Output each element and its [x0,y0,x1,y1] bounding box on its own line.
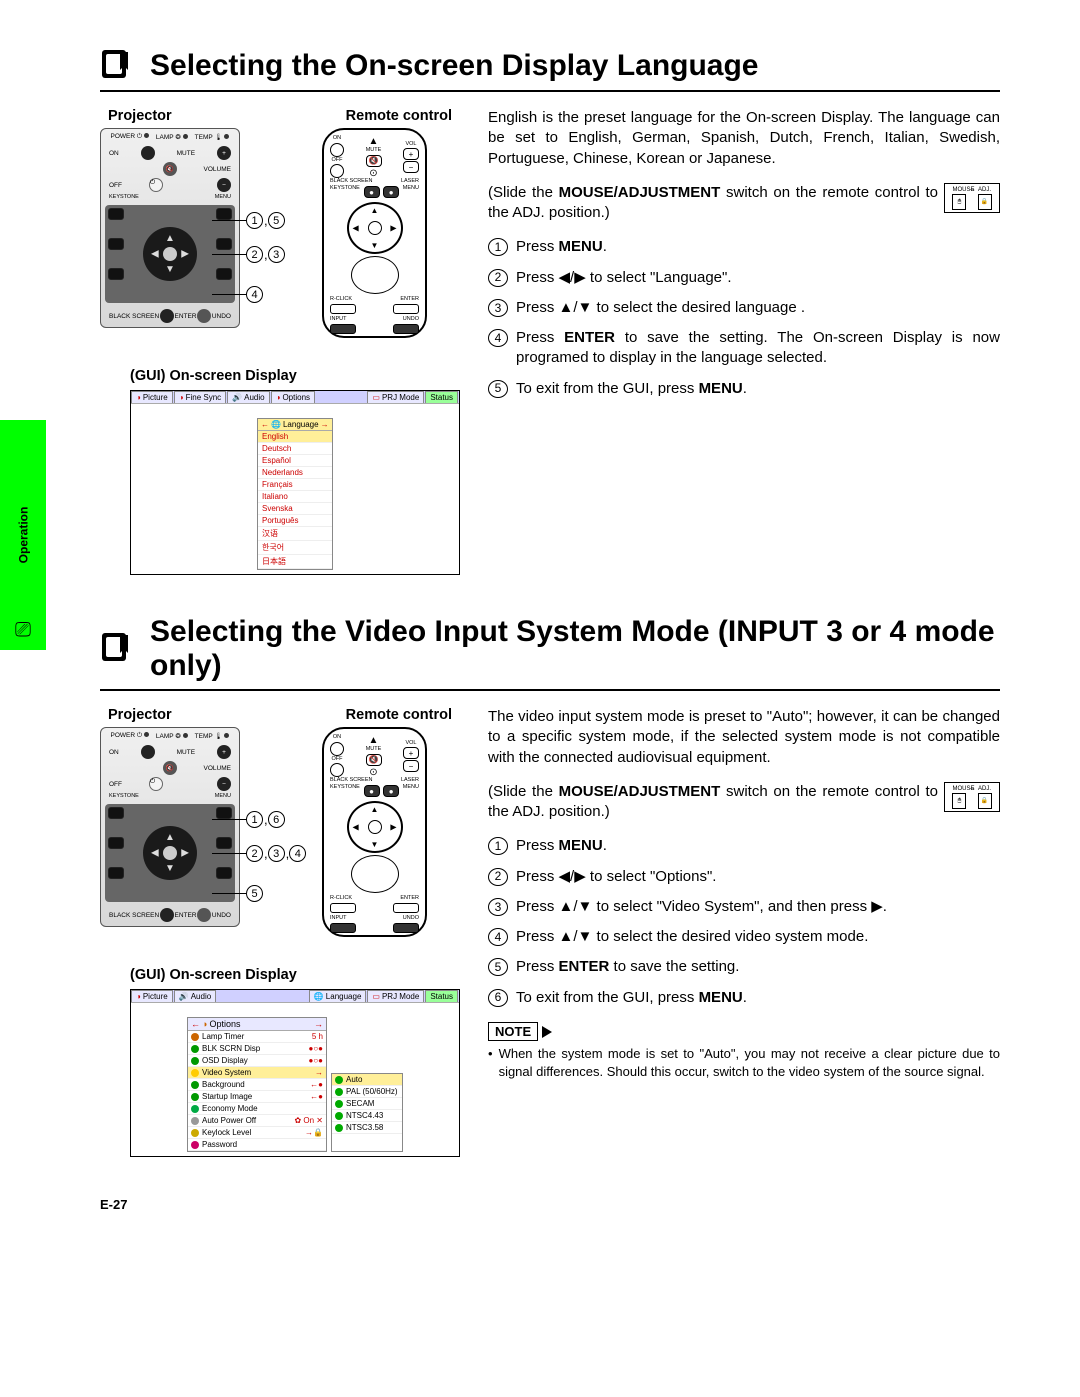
video-system-submenu: AutoPAL (50/60Hz)SECAMNTSC4.43NTSC3.58 [331,1073,403,1152]
projector-diagram-2: POWER ⏻ LAMP ❂ TEMP 🌡 ONMUTE+ 🔇VOLUME OF… [100,727,240,927]
section1-intro: English is the preset language for the O… [488,108,1000,169]
mouse-adj-switch-icon: MOUSE🖱 ADJ.🔒 [944,183,1000,213]
side-tab-label: Operation [16,507,30,564]
side-tab-operation: Operation ⎚ [0,420,46,650]
switch-instruction-1: (Slide the MOUSE/ADJUSTMENT switch on th… [488,183,1000,224]
note-bullet: •When the system mode is set to "Auto", … [488,1045,1000,1080]
options-menu: ←◑Options→ Lamp Timer5 hBLK SCRN Disp●○●… [187,1017,327,1152]
language-menu: ←🌐Language→ EnglishDeutschEspañolNederla… [257,418,333,570]
gui-label-1: (GUI) On-screen Display [130,368,460,384]
gui-label-2: (GUI) On-screen Display [130,967,460,983]
section2-title: Selecting the Video Input System Mode (I… [100,615,1000,691]
gui-screenshot-1: ◑Picture ◑Fine Sync 🔊Audio ◑Options ▭PRJ… [130,390,460,575]
section1-title-text: Selecting the On-screen Display Language [150,49,759,83]
remote-diagram: ONOFF ▲MUTE🔇⊙ VOL+− BLACK SCREENLASER KE… [322,128,427,338]
remote-label: Remote control [346,707,452,723]
steps-list-2: 1Press MENU.2Press ◀/▶ to select "Option… [488,836,1000,1008]
projector-diagram: POWER ⏻ LAMP ❂ TEMP 🌡 ONMUTE+ 🔇VOLUME OF… [100,128,240,328]
side-tab-icon: ⎚ [15,619,31,642]
remote-diagram-2: ONOFF ▲MUTE🔇⊙ VOL+− BLACK SCREENLASER KE… [322,727,427,937]
switch-instruction-2: (Slide the MOUSE/ADJUSTMENT switch on th… [488,782,1000,823]
mouse-adj-switch-icon: MOUSE🖱 ADJ.🔒 [944,782,1000,812]
projector-label: Projector [108,707,172,723]
gui-screenshot-2: ◑Picture 🔊Audio 🌐Language ▭PRJ Mode Stat… [130,989,460,1157]
section2-intro: The video input system mode is preset to… [488,707,1000,768]
remote-label: Remote control [346,108,452,124]
bookmark-icon [100,48,136,84]
section2-title-text: Selecting the Video Input System Mode (I… [150,615,1000,683]
note-heading: NOTE [488,1022,1000,1042]
page-number: E-27 [100,1197,1000,1212]
bookmark-icon [100,631,136,667]
section1-title: Selecting the On-screen Display Language [100,48,1000,92]
projector-label: Projector [108,108,172,124]
note-arrow-icon [542,1026,552,1038]
steps-list-1: 1Press MENU.2Press ◀/▶ to select "Langua… [488,237,1000,399]
